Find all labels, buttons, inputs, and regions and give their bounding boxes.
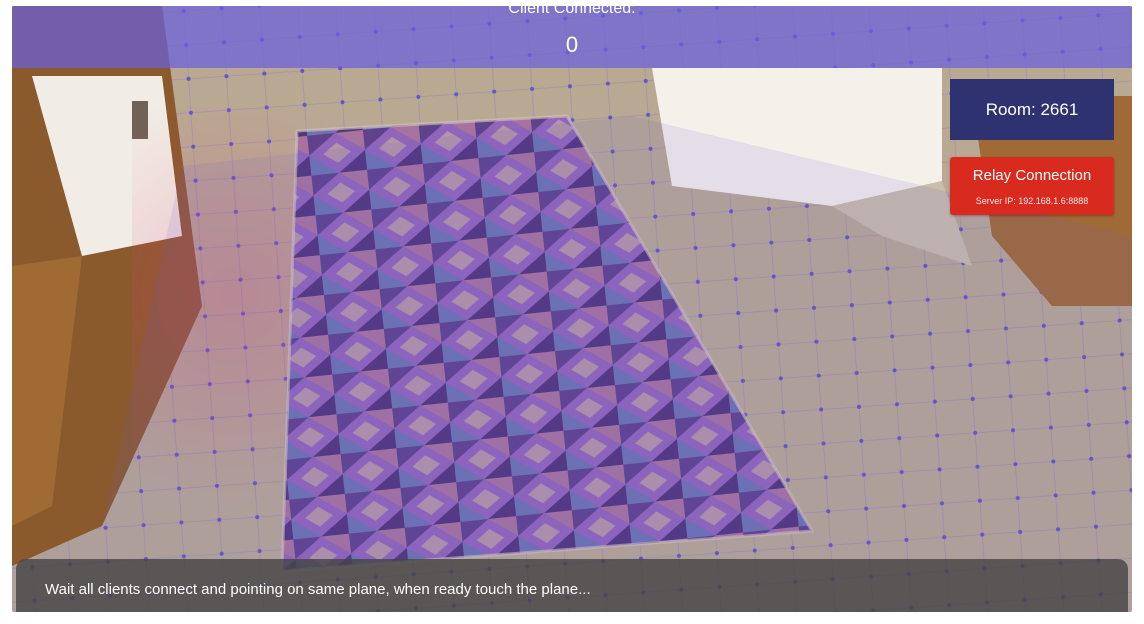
room-number-box: Room: 2661 [950,79,1114,140]
room-label: Room: 2661 [985,99,1079,119]
relay-connection-label: Relay Connection [972,167,1092,184]
instruction-message: Wait all clients connect and pointing on… [45,581,591,598]
clients-connected-count: 0 [565,32,579,57]
instruction-bar: Wait all clients connect and pointing on… [16,559,1128,612]
ar-camera-view[interactable]: Client Connected: 0 Room: 2661 Relay Con… [12,6,1132,612]
client-status-bar: Client Connected: 0 [12,6,1132,68]
server-ip-text: Server IP: 192.168.1.6:8888 [975,196,1089,206]
relay-connection-button[interactable]: Relay Connection Server IP: 192.168.1.6:… [950,157,1114,215]
clients-connected-label: Client Connected: [508,6,636,17]
